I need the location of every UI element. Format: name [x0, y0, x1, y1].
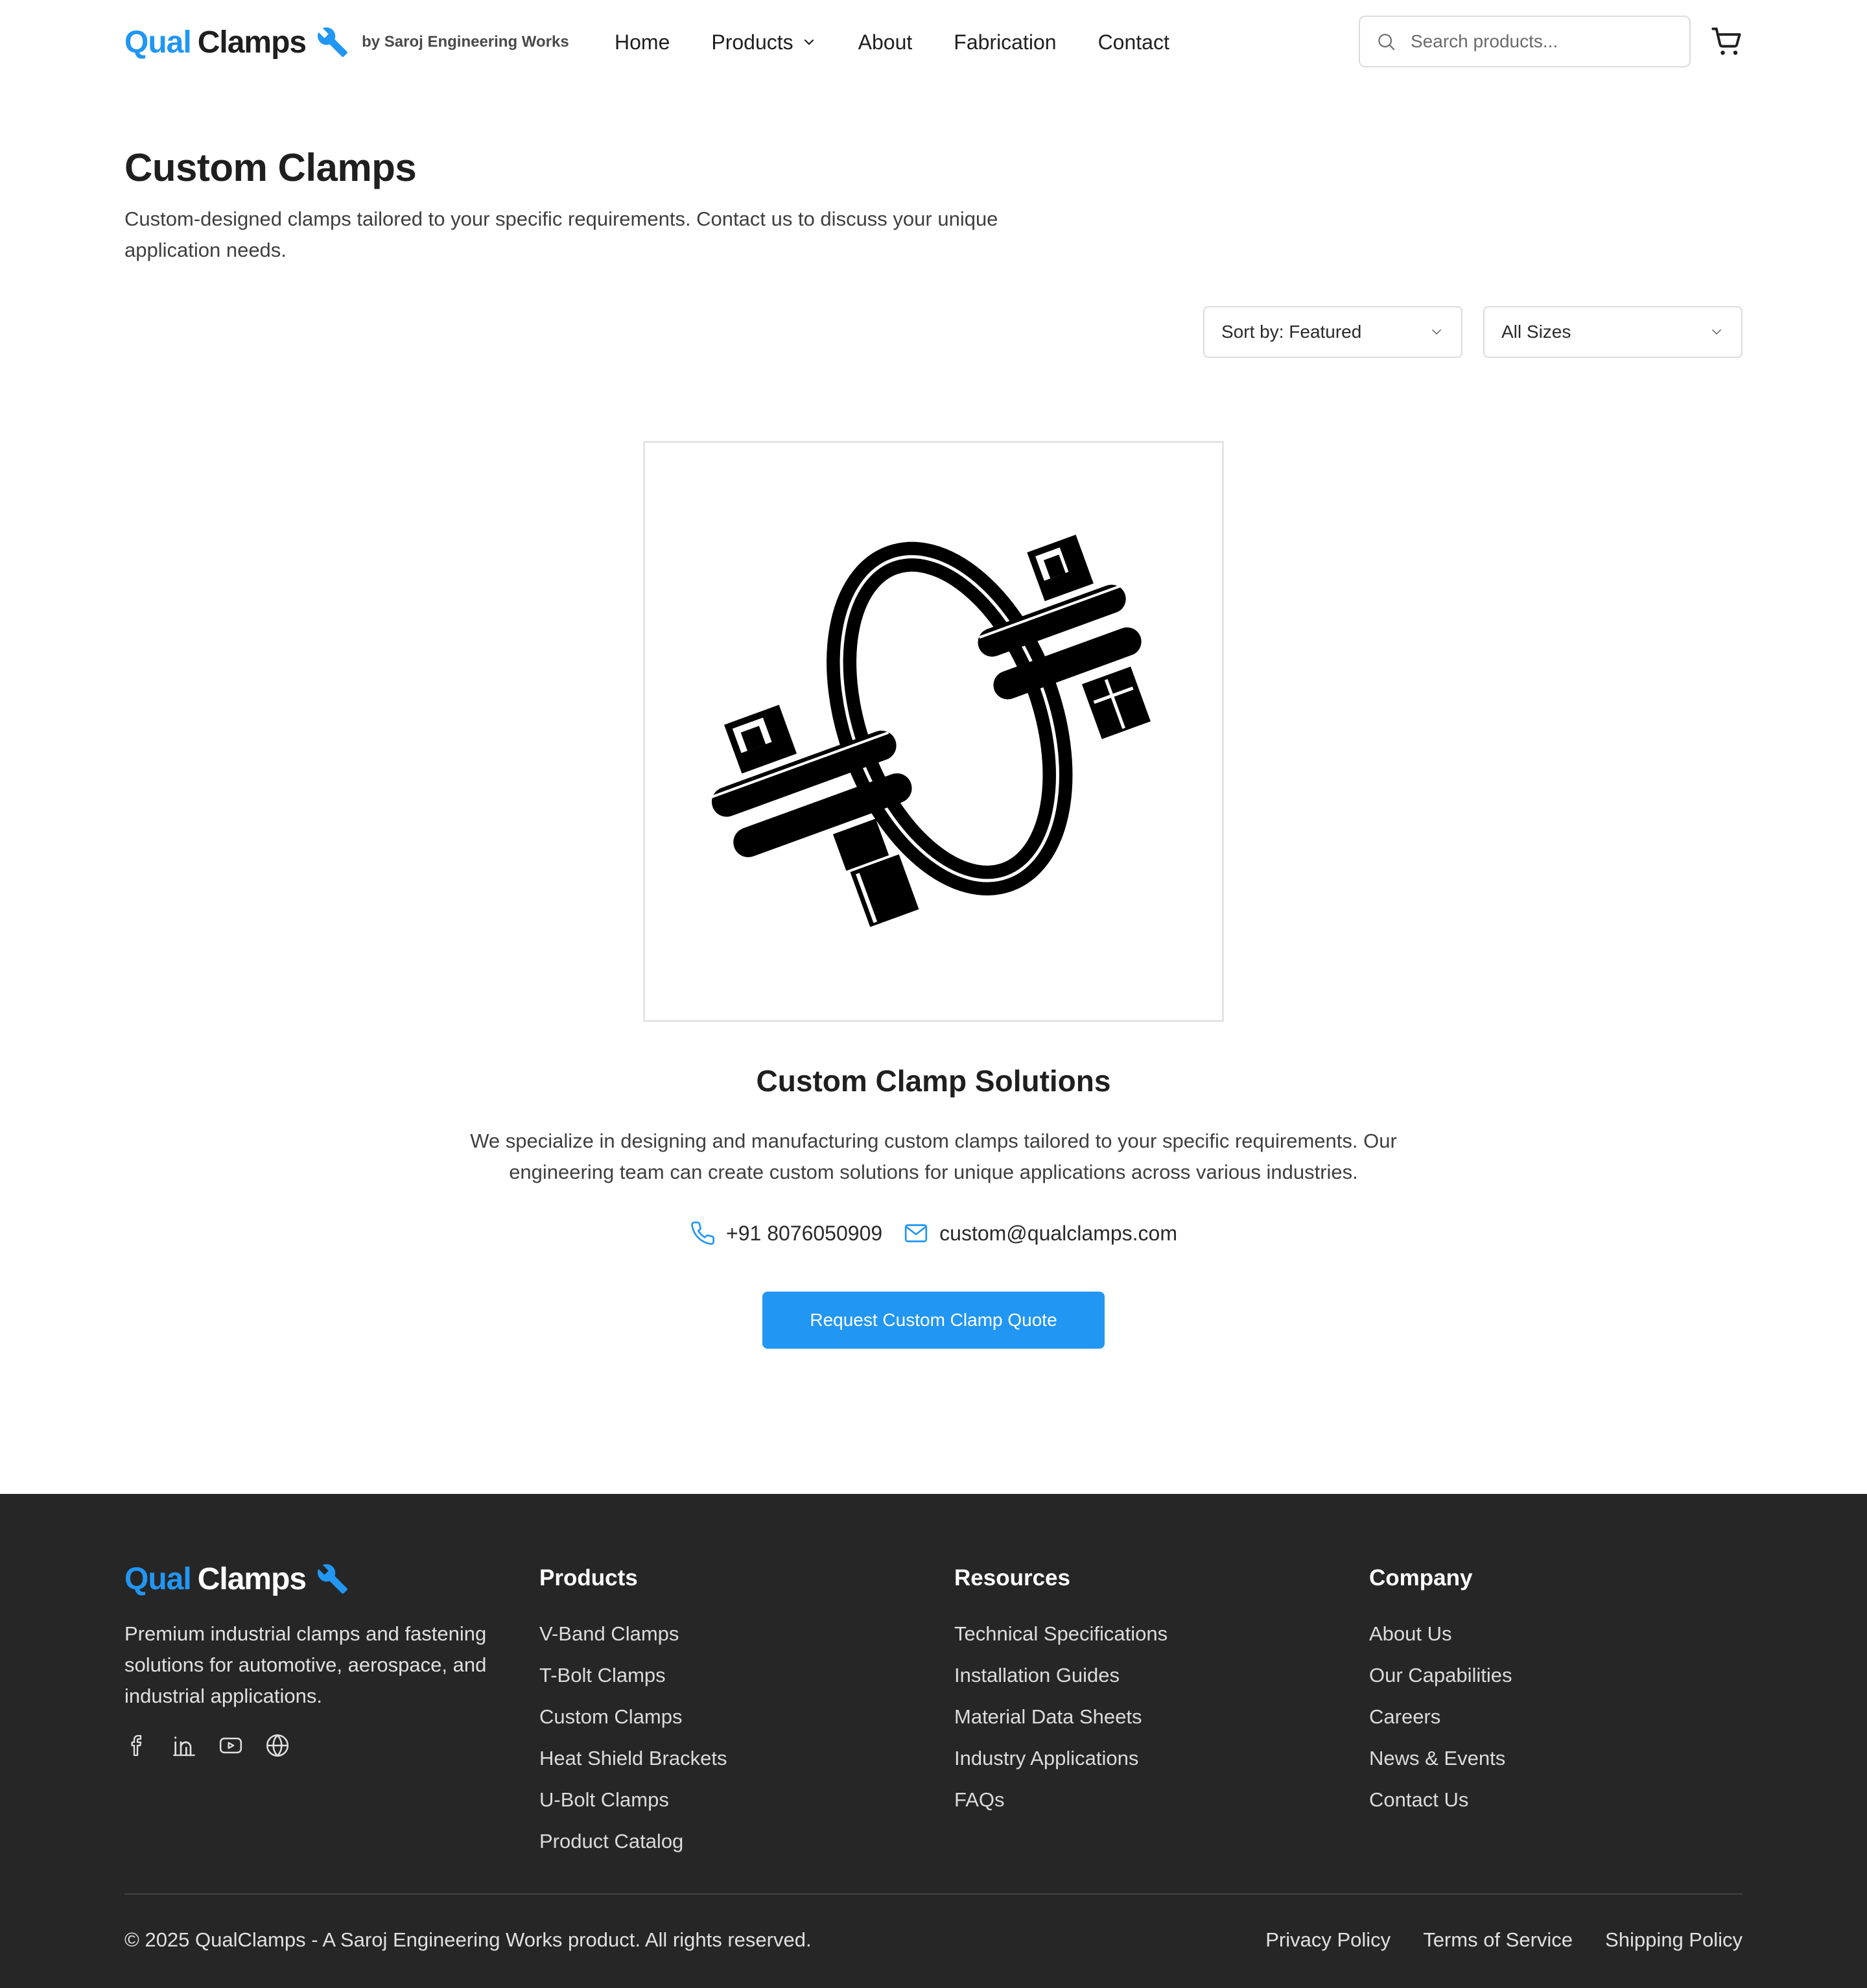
contact-row: +91 8076050909 custom@qualclamps.com [0, 1218, 1867, 1249]
footer-link[interactable]: Material Data Sheets [954, 1696, 1168, 1738]
footer-column-heading: Products [539, 1565, 638, 1591]
wrench-icon [318, 1564, 347, 1594]
product-title: Custom Clamp Solutions [756, 1064, 1111, 1098]
chevron-down-icon [804, 39, 814, 45]
exhaust-clamp-image [711, 534, 1151, 927]
brand-name-part1: Qual [124, 25, 192, 60]
footer-logo[interactable]: Qual Clamps [124, 1559, 349, 1599]
footer-products-column: Products V-Band Clamps T-Bolt Clamps Cus… [539, 1561, 727, 1862]
footer-company-column: Company About Us Our Capabilities Career… [1369, 1561, 1512, 1821]
footer-column-heading: Resources [954, 1565, 1070, 1591]
site-header: Qual Clamps by Saroj Engineering Works H… [0, 0, 1867, 84]
product-description: We specialize in designing and manufactu… [470, 1130, 1397, 1183]
footer-link[interactable]: Installation Guides [954, 1655, 1168, 1696]
footer-resources-column: Resources Technical Specifications Insta… [954, 1561, 1168, 1821]
footer-link[interactable]: Heat Shield Brackets [539, 1738, 727, 1779]
search-input[interactable] [1411, 31, 1670, 52]
footer-link[interactable]: V-Band Clamps [539, 1613, 727, 1655]
footer-brand-part1: Qual [124, 1561, 192, 1596]
footer-link[interactable]: Our Capabilities [1369, 1655, 1512, 1696]
search-icon [1378, 34, 1395, 51]
terms-link[interactable]: Terms of Service [1423, 1928, 1573, 1952]
nav-home[interactable]: Home [615, 30, 670, 54]
footer-link[interactable]: Technical Specifications [954, 1613, 1168, 1655]
chevron-down-icon [1712, 329, 1721, 335]
privacy-policy-link[interactable]: Privacy Policy [1265, 1928, 1391, 1952]
phone-link[interactable]: +91 8076050909 [690, 1220, 882, 1246]
footer-link[interactable]: U-Bolt Clamps [539, 1779, 727, 1821]
email-address: custom@qualclamps.com [939, 1221, 1177, 1245]
youtube-icon[interactable] [218, 1733, 244, 1758]
globe-icon[interactable] [264, 1733, 290, 1758]
nav-contact[interactable]: Contact [1098, 30, 1169, 54]
legal-links: Privacy Policy Terms of Service Shipping… [1233, 1928, 1743, 1952]
nav-fabrication[interactable]: Fabrication [954, 30, 1056, 54]
facebook-icon[interactable] [124, 1733, 150, 1758]
nav-products-label: Products [711, 30, 793, 54]
nav-home-label: Home [615, 30, 670, 54]
main-nav: Home Products About Fabrication Contact [615, 26, 1211, 58]
footer-link[interactable]: Industry Applications [954, 1738, 1168, 1779]
size-select-value: All Sizes [1501, 322, 1571, 342]
wrench-icon [318, 27, 347, 57]
footer-link[interactable]: About Us [1369, 1613, 1512, 1655]
footer-link[interactable]: FAQs [954, 1779, 1168, 1821]
mail-icon [904, 1224, 928, 1242]
size-select[interactable]: All Sizes [1483, 306, 1743, 358]
footer-column-heading: Company [1369, 1565, 1473, 1591]
phone-icon [691, 1221, 715, 1245]
brand-logo[interactable]: Qual Clamps by Saroj Engineering Works [124, 22, 569, 62]
nav-about[interactable]: About [858, 30, 913, 54]
sort-select-value: Sort by: Featured [1221, 322, 1362, 342]
linkedin-icon[interactable] [171, 1733, 197, 1758]
footer-link[interactable]: Product Catalog [539, 1821, 727, 1862]
phone-number: +91 8076050909 [726, 1221, 883, 1245]
site-footer: Qual Clamps Premium industrial clamps an… [0, 1494, 1867, 1988]
footer-link[interactable]: T-Bolt Clamps [539, 1655, 727, 1696]
sort-select[interactable]: Sort by: Featured [1203, 306, 1462, 358]
page-title: Custom Clamps [124, 146, 417, 189]
email-link[interactable]: custom@qualclamps.com [903, 1220, 1177, 1246]
footer-link[interactable]: Careers [1369, 1696, 1512, 1738]
footer-link[interactable]: Contact Us [1369, 1779, 1512, 1821]
product-image-frame[interactable] [643, 441, 1224, 1022]
brand-name-part2: Clamps [197, 25, 307, 60]
footer-brand-part2: Clamps [197, 1561, 307, 1596]
chevron-down-icon [1432, 329, 1441, 335]
cart-icon[interactable] [1710, 25, 1744, 58]
footer-link[interactable]: News & Events [1369, 1738, 1512, 1779]
copyright: © 2025 QualClamps - A Saroj Engineering … [124, 1928, 812, 1951]
footer-link[interactable]: Custom Clamps [539, 1696, 727, 1738]
search-box[interactable] [1359, 16, 1691, 67]
nav-about-label: About [858, 30, 913, 54]
footer-about: Premium industrial clamps and fastening … [124, 1622, 487, 1707]
page-description: Custom-designed clamps tailored to your … [124, 207, 998, 261]
brand-tagline: by Saroj Engineering Works [362, 33, 569, 51]
nav-products[interactable]: Products [711, 30, 816, 54]
footer-divider [124, 1893, 1743, 1895]
shipping-policy-link[interactable]: Shipping Policy [1605, 1928, 1743, 1952]
request-quote-button[interactable]: Request Custom Clamp Quote [762, 1292, 1105, 1349]
nav-contact-label: Contact [1098, 30, 1169, 54]
nav-fabrication-label: Fabrication [954, 30, 1057, 54]
